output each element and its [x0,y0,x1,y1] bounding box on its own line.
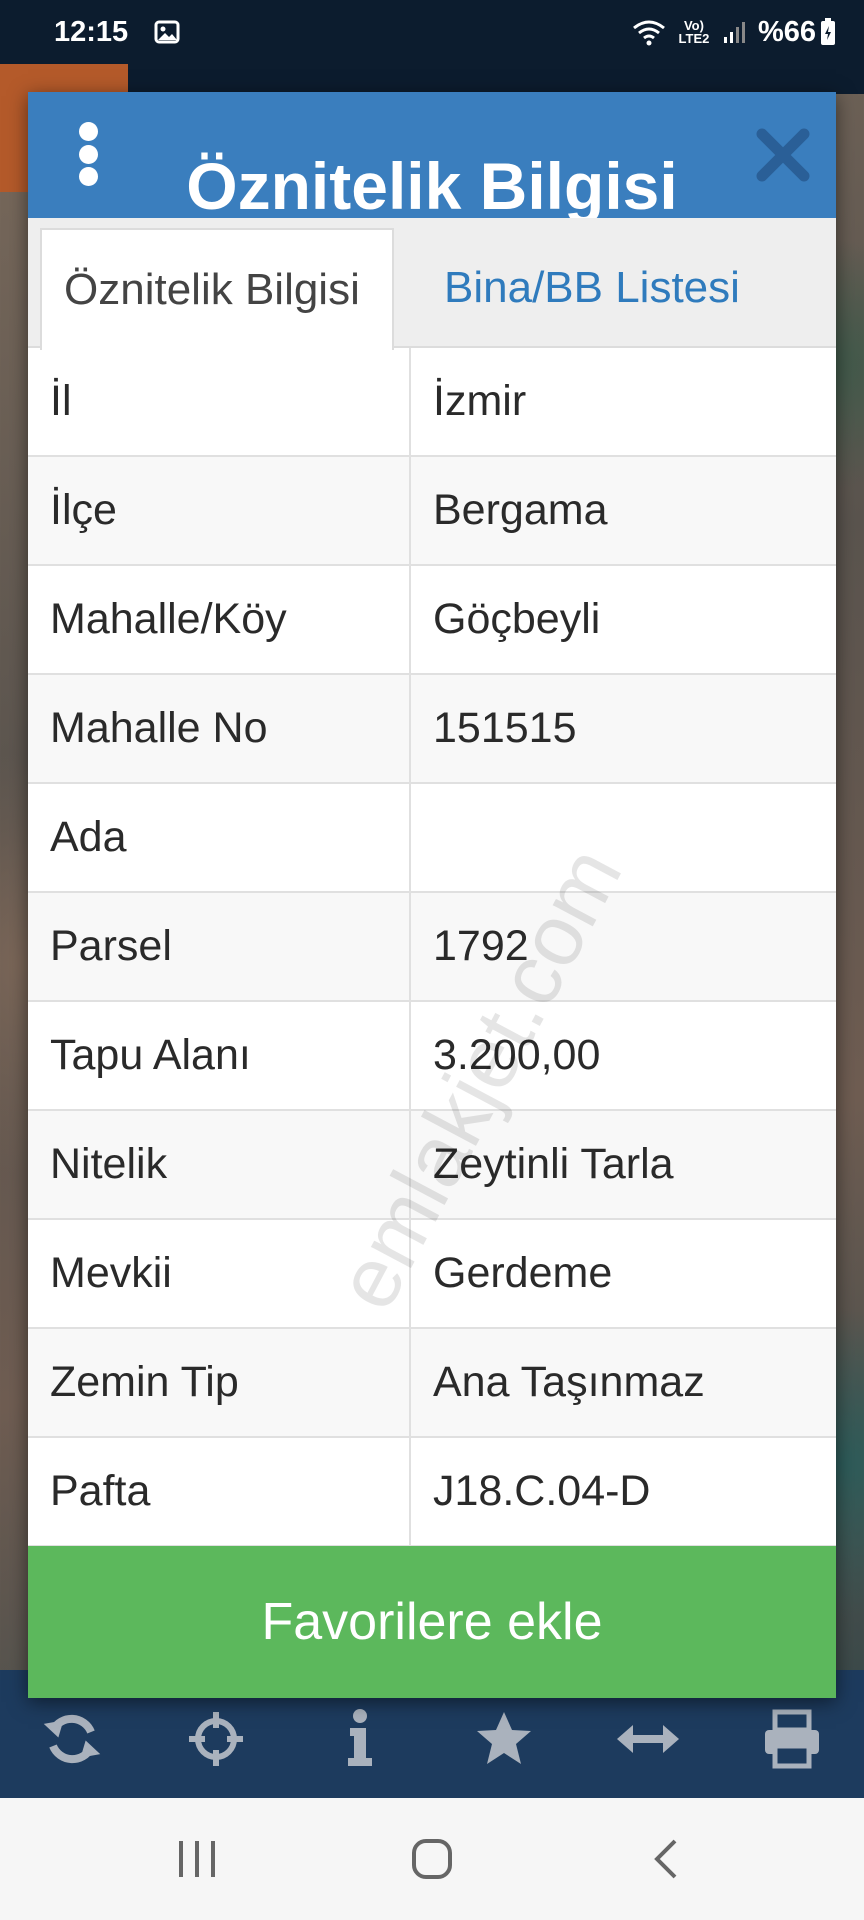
table-row: Tapu Alanı 3.200,00 [28,1002,836,1111]
attribute-dialog: Öznitelik Bilgisi Öznitelik Bilgisi Bina… [28,92,836,1698]
row-value: İzmir [433,377,527,425]
table-row: Zemin Tip Ana Taşınmaz [28,1329,836,1438]
star-icon[interactable] [464,1699,544,1779]
row-key: İl [28,348,411,455]
refresh-icon[interactable] [32,1699,112,1779]
signal-icon [722,19,748,45]
table-row: İlçe Bergama [28,457,836,566]
dialog-header: Öznitelik Bilgisi [28,92,836,218]
battery-percent: %66 [757,15,816,48]
print-icon[interactable] [752,1699,832,1779]
tab-attribute-info[interactable]: Öznitelik Bilgisi [40,228,394,350]
row-key: Zemin Tip [28,1329,411,1436]
info-icon[interactable] [320,1699,400,1779]
row-key: Pafta [28,1438,411,1545]
home-icon[interactable] [392,1819,472,1899]
status-time: 12:15 [54,15,129,48]
row-value [411,784,836,891]
row-value: Göçbeyli [433,595,601,643]
status-bar: 12:15 Vo) LTE2 %66 [0,0,864,64]
table-row: İl İzmir [28,348,836,457]
back-icon[interactable] [627,1819,707,1899]
crosshair-icon[interactable] [176,1699,256,1779]
row-key: Mahalle/Köy [28,566,411,673]
row-key: Tapu Alanı [28,1002,411,1109]
close-icon[interactable] [756,128,810,182]
map-top-strip [128,64,864,94]
wifi-icon [632,18,666,46]
row-key: Parsel [28,893,411,1000]
row-value: Zeytinli Tarla [433,1140,674,1188]
row-value: 151515 [433,704,577,752]
row-key: Mevkii [28,1220,411,1327]
row-value: J18.C.04-D [433,1467,651,1515]
row-key: Ada [28,784,411,891]
dialog-title: Öznitelik Bilgisi [186,149,678,218]
gallery-icon [154,19,180,45]
row-value: Ana Taşınmaz [433,1358,705,1406]
row-key: Nitelik [28,1111,411,1218]
row-value: 1792 [433,922,529,970]
system-nav-bar [0,1798,864,1920]
table-row: Nitelik Zeytinli Tarla [28,1111,836,1220]
row-value: 3.200,00 [433,1031,601,1079]
table-row: Mahalle No 151515 [28,675,836,784]
tab-bar: Öznitelik Bilgisi Bina/BB Listesi [28,218,836,350]
table-row: Parsel 1792 [28,893,836,1002]
table-row: Mahalle/Köy Göçbeyli [28,566,836,675]
table-row: Ada [28,784,836,893]
measure-icon[interactable] [608,1699,688,1779]
row-value: Gerdeme [433,1249,613,1297]
tab-building-list[interactable]: Bina/BB Listesi [422,228,822,350]
battery-icon [820,18,836,46]
row-key: Mahalle No [28,675,411,782]
attribute-table: İl İzmir İlçe Bergama Mahalle/Köy Göçbeyli … [28,348,836,1547]
network-label: Vo) LTE2 [678,18,710,46]
add-to-favorites-button[interactable]: Favorilere ekle [28,1546,836,1698]
recent-apps-icon[interactable] [157,1819,237,1899]
table-row: Pafta J18.C.04-D [28,1438,836,1547]
row-key: İlçe [28,457,411,564]
row-value: Bergama [433,486,608,534]
table-row: Mevkii Gerdeme [28,1220,836,1329]
